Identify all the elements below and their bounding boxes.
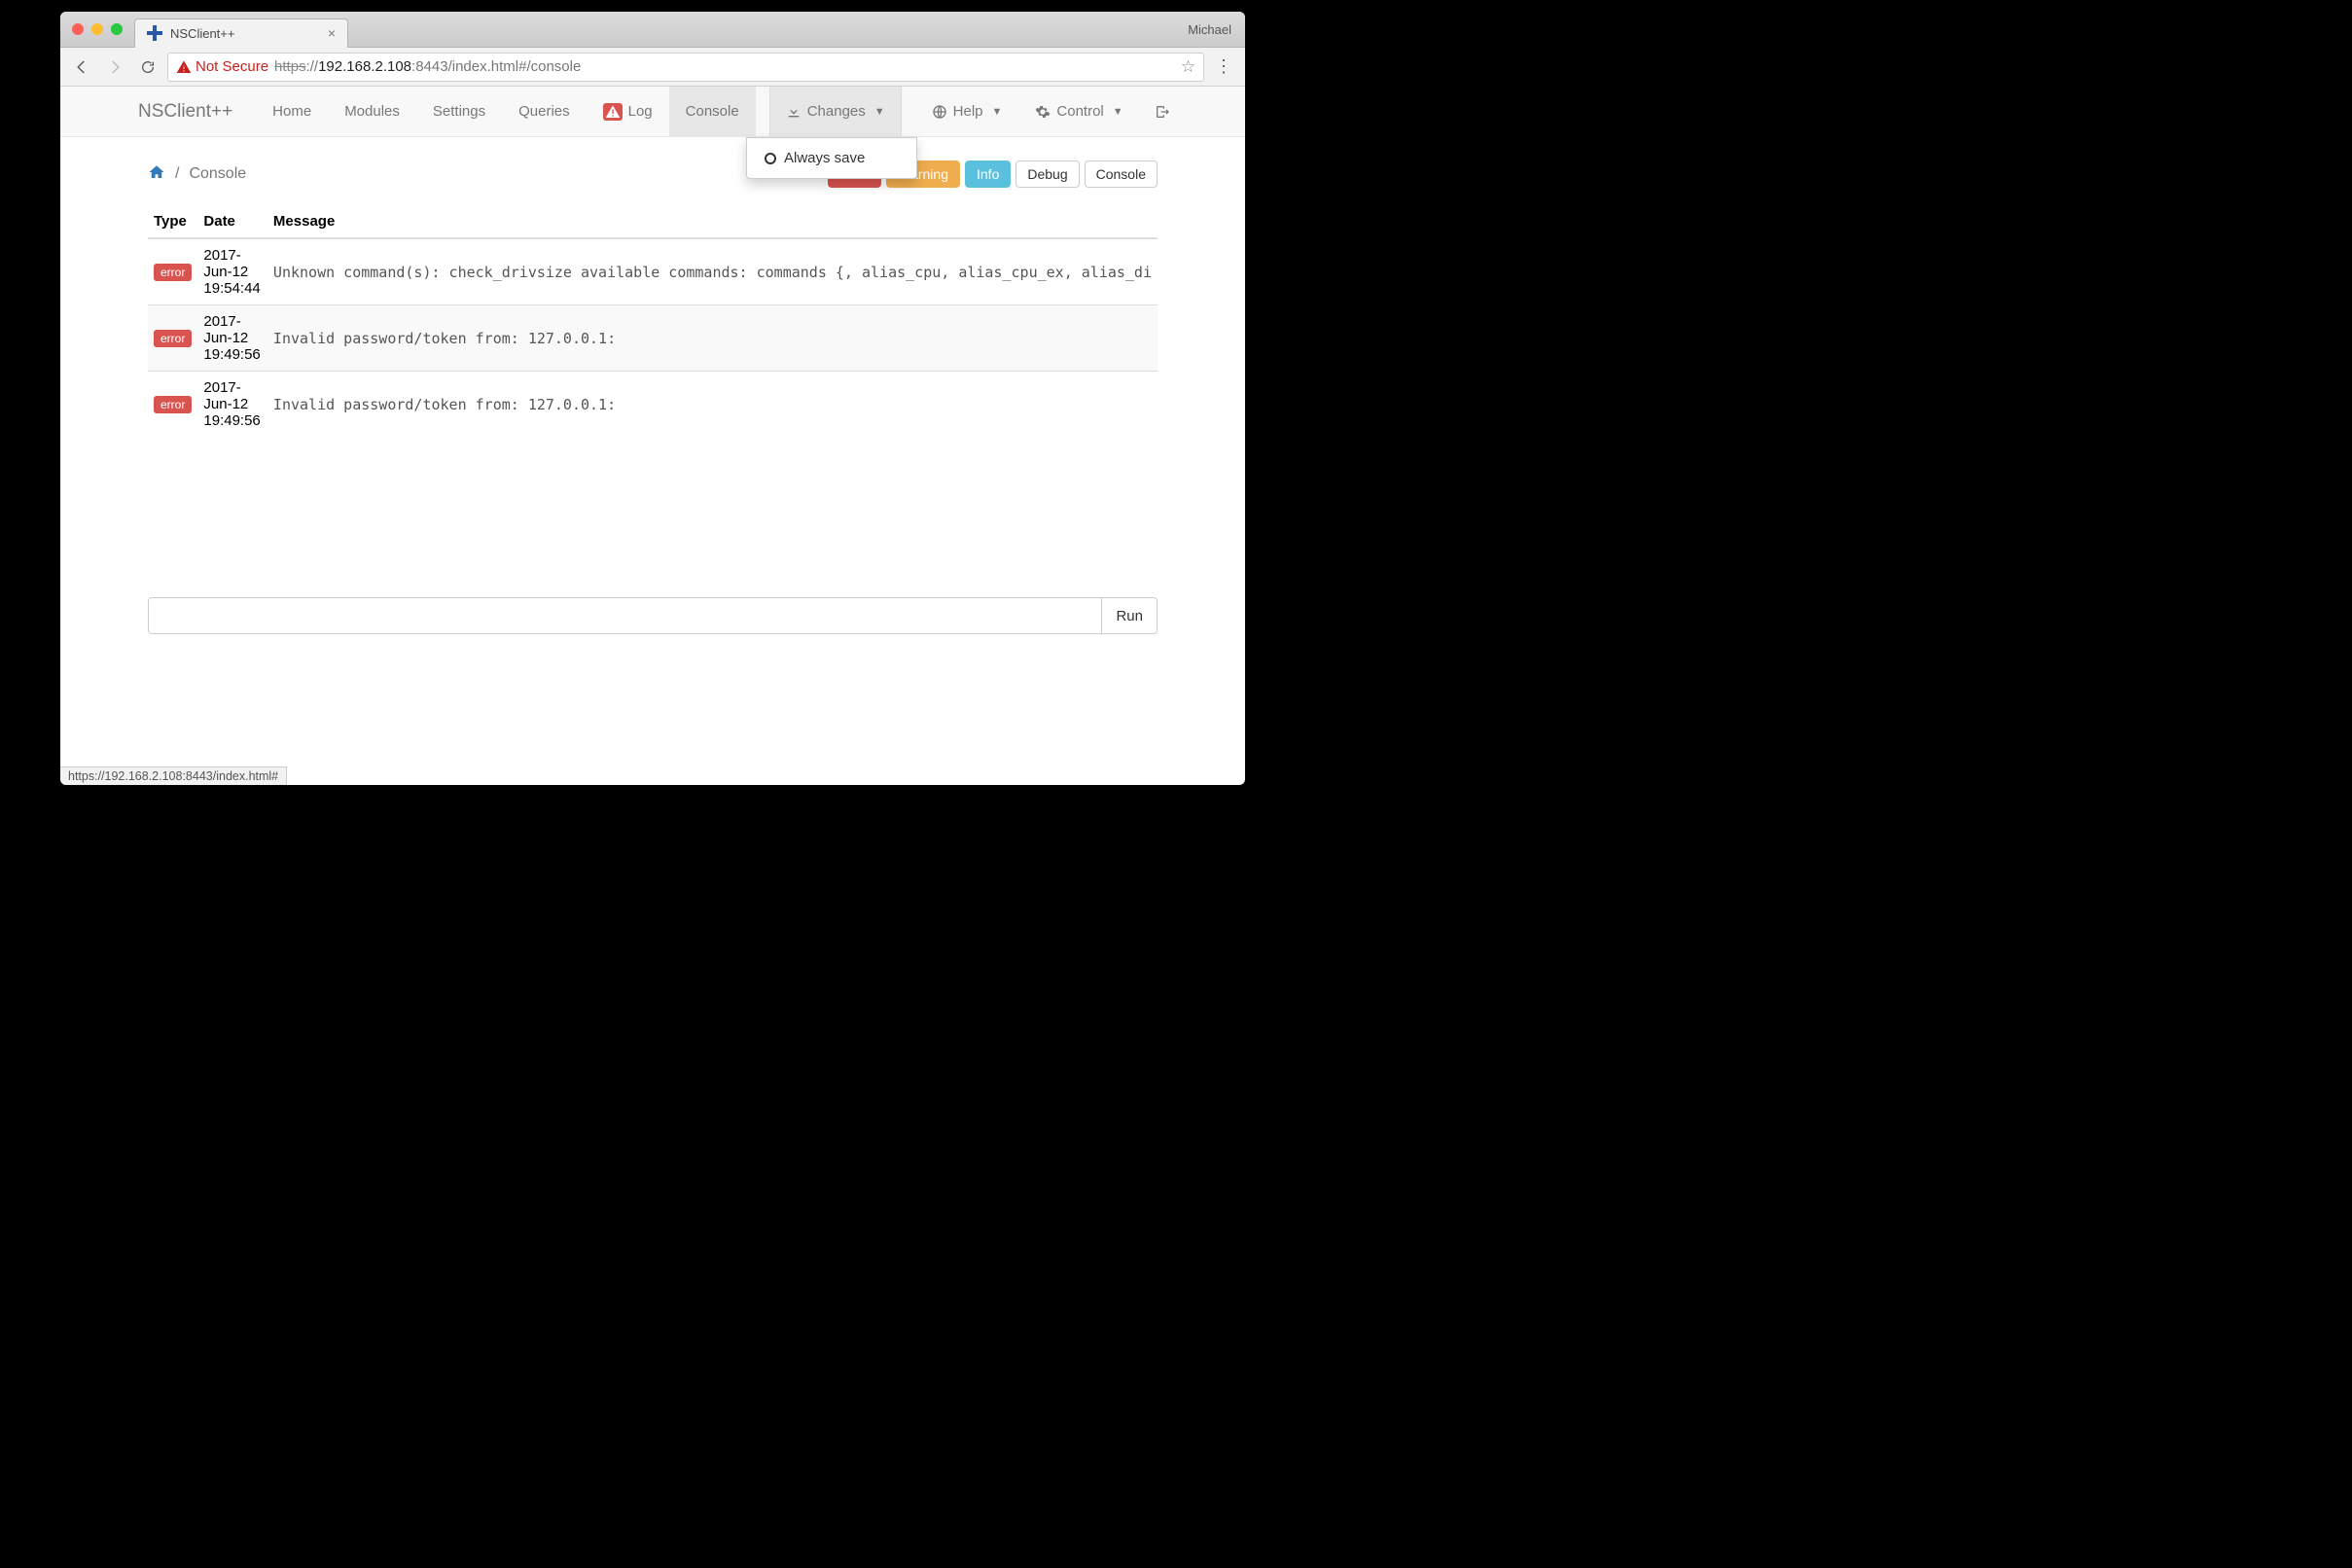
nav-queries[interactable]: Queries — [502, 87, 587, 136]
browser-menu-button[interactable]: ⋮ — [1210, 56, 1237, 77]
type-badge: error — [154, 264, 192, 281]
url-text: https://192.168.2.108:8443/index.html#/c… — [274, 58, 581, 75]
breadcrumb-sep: / — [175, 165, 179, 183]
warning-icon — [176, 59, 192, 75]
type-badge: error — [154, 330, 192, 347]
security-indicator[interactable]: Not Secure — [176, 58, 268, 75]
home-icon[interactable] — [148, 163, 165, 186]
command-run-bar: Run — [148, 597, 1158, 634]
col-type: Type — [148, 205, 197, 238]
window-zoom-button[interactable] — [111, 23, 123, 35]
caret-down-icon: ▼ — [874, 106, 885, 118]
browser-tabbar: NSClient++ × Michael — [60, 12, 1245, 48]
nav-settings[interactable]: Settings — [416, 87, 502, 136]
window-controls — [60, 23, 134, 35]
nav-log[interactable]: Log — [587, 87, 669, 136]
download-icon — [786, 104, 802, 120]
nav-control[interactable]: Control ▼ — [1018, 87, 1139, 136]
tab-close-icon[interactable]: × — [328, 25, 336, 41]
filter-console-button[interactable]: Console — [1085, 160, 1158, 188]
nav-log-label: Log — [628, 103, 653, 120]
app-navbar: NSClient++ Home Modules Settings Queries… — [60, 87, 1245, 137]
nav-help[interactable]: Help ▼ — [915, 87, 1019, 136]
nav-modules[interactable]: Modules — [328, 87, 416, 136]
table-row: error 2017-Jun-12 19:49:56 Invalid passw… — [148, 305, 1158, 372]
message-cell: Invalid password/token from: 127.0.0.1: — [267, 372, 1158, 438]
date-cell: 2017-Jun-12 19:49:56 — [197, 305, 267, 372]
date-cell: 2017-Jun-12 19:54:44 — [197, 238, 267, 305]
date-cell: 2017-Jun-12 19:49:56 — [197, 372, 267, 438]
window-close-button[interactable] — [72, 23, 84, 35]
tab-title: NSClient++ — [170, 26, 320, 41]
nav-help-label: Help — [953, 103, 983, 120]
back-button[interactable] — [68, 53, 95, 81]
reload-button[interactable] — [134, 53, 161, 81]
page-header: / Console Error Warning Info Debug Conso… — [148, 160, 1158, 188]
message-cell: Unknown command(s): check_drivsize avail… — [267, 238, 1158, 305]
profile-name[interactable]: Michael — [1174, 22, 1245, 37]
breadcrumb-page: Console — [189, 165, 246, 183]
radio-off-icon — [765, 153, 776, 164]
dropdown-label: Always save — [784, 150, 865, 166]
command-input[interactable] — [148, 597, 1102, 634]
window-minimize-button[interactable] — [91, 23, 103, 35]
caret-down-icon: ▼ — [1113, 106, 1123, 118]
nav-changes-label: Changes — [807, 103, 866, 120]
type-badge: error — [154, 396, 192, 413]
table-row: error 2017-Jun-12 19:49:56 Invalid passw… — [148, 372, 1158, 438]
nav-changes[interactable]: Changes ▼ — [769, 87, 902, 136]
filter-debug-button[interactable]: Debug — [1016, 160, 1079, 188]
gear-icon — [1035, 104, 1051, 120]
logout-icon — [1155, 104, 1170, 120]
security-label: Not Secure — [196, 58, 268, 75]
col-message: Message — [267, 205, 1158, 238]
globe-icon — [932, 104, 947, 120]
forward-button[interactable] — [101, 53, 128, 81]
favicon-icon — [147, 25, 162, 41]
breadcrumb: / Console — [148, 163, 246, 186]
changes-dropdown: Always save — [746, 137, 917, 179]
dropdown-always-save[interactable]: Always save — [747, 144, 916, 172]
nav-logout[interactable] — [1140, 87, 1185, 136]
message-cell: Invalid password/token from: 127.0.0.1: — [267, 305, 1158, 372]
app-brand[interactable]: NSClient++ — [138, 87, 256, 136]
browser-tab[interactable]: NSClient++ × — [134, 18, 348, 48]
browser-window: NSClient++ × Michael Not Secure https://… — [60, 12, 1245, 785]
log-table: Type Date Message error 2017-Jun-12 19:5… — [148, 205, 1158, 437]
table-row: error 2017-Jun-12 19:54:44 Unknown comma… — [148, 238, 1158, 305]
nav-control-label: Control — [1056, 103, 1103, 120]
content-area: / Console Error Warning Info Debug Conso… — [60, 137, 1245, 785]
col-date: Date — [197, 205, 267, 238]
address-bar[interactable]: Not Secure https://192.168.2.108:8443/in… — [167, 53, 1204, 82]
status-bar: https://192.168.2.108:8443/index.html# — [60, 766, 287, 785]
filter-info-button[interactable]: Info — [965, 160, 1011, 188]
alert-icon — [603, 103, 623, 121]
nav-console[interactable]: Console — [669, 87, 756, 136]
browser-toolbar: Not Secure https://192.168.2.108:8443/in… — [60, 48, 1245, 87]
bookmark-icon[interactable]: ☆ — [1181, 57, 1195, 77]
nav-home[interactable]: Home — [256, 87, 328, 136]
run-button[interactable]: Run — [1102, 597, 1158, 634]
caret-down-icon: ▼ — [992, 106, 1003, 118]
